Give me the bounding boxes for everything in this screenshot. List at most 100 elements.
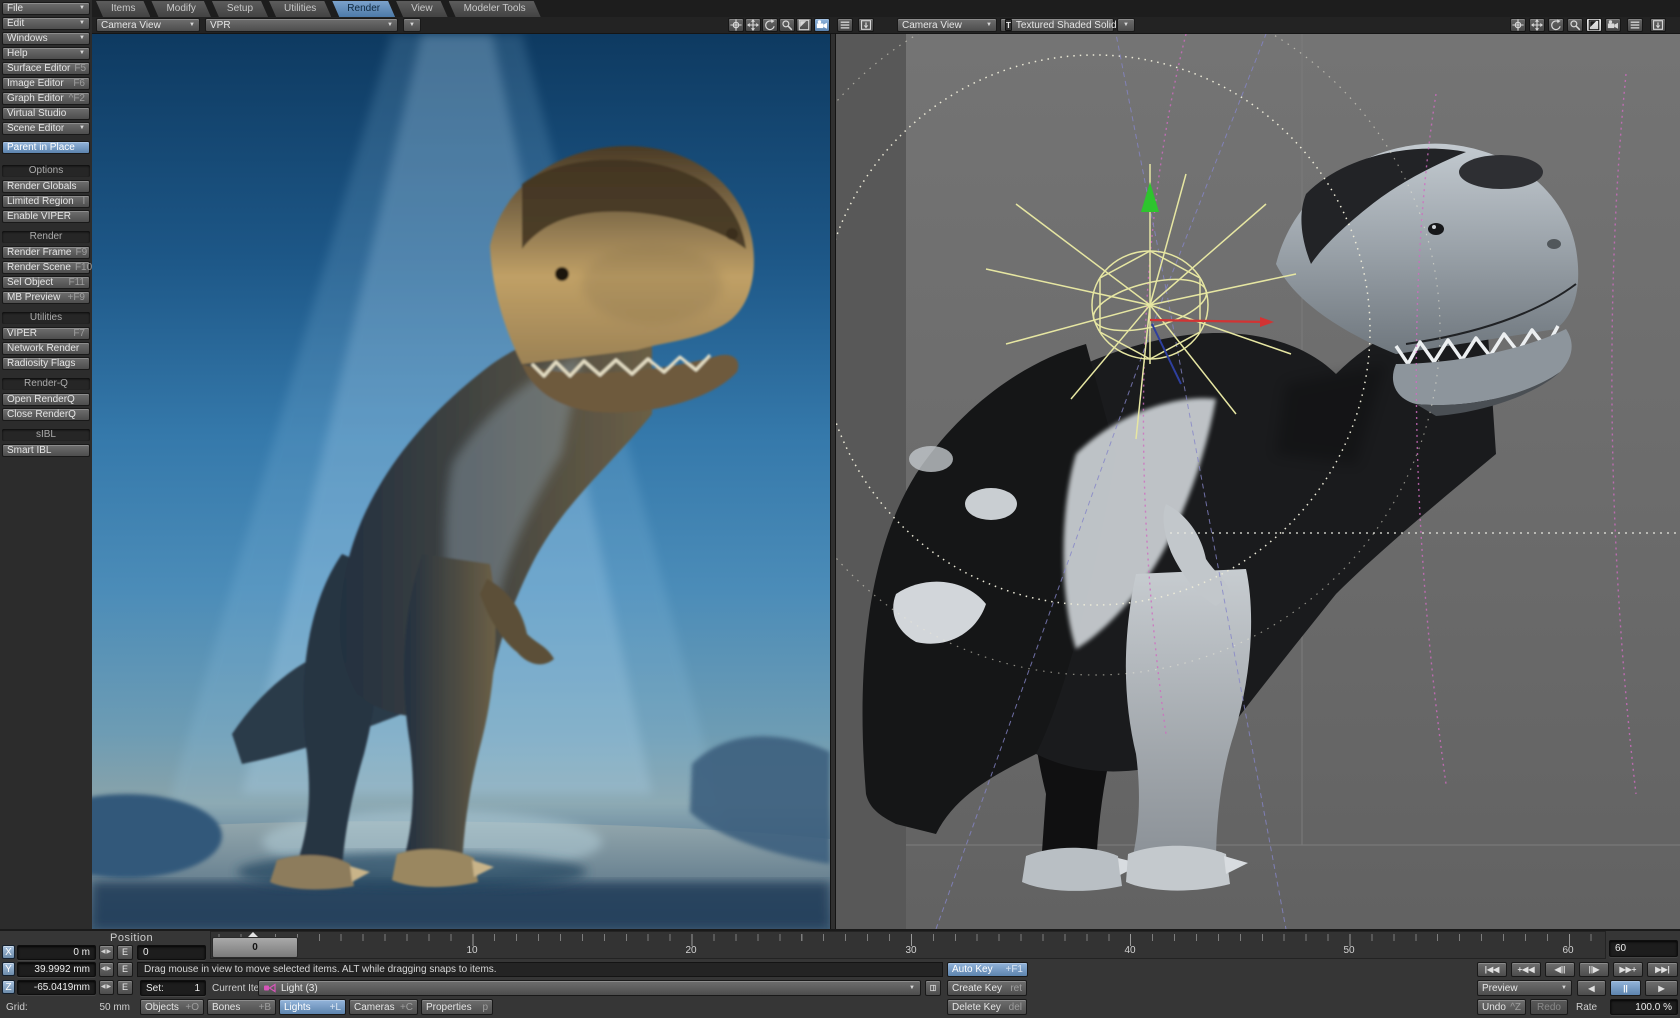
opengl-preview-image <box>836 34 1680 929</box>
x-stepper[interactable]: ◀▶ <box>99 945 114 960</box>
left-viewport-options-dropdown[interactable]: ▼ <box>403 18 421 32</box>
z-position-field[interactable]: -65.0419mm <box>17 980 96 995</box>
go-to-last-frame-button[interactable]: ▶▶| <box>1647 962 1678 977</box>
left-render-mode-dropdown[interactable]: VPR▼ <box>205 18 398 32</box>
sidebar-item-image-editor[interactable]: Image EditorF6 <box>2 77 90 90</box>
menu-windows[interactable]: Windows▼ <box>2 32 90 45</box>
shaded-viewport[interactable] <box>836 34 1680 929</box>
sidebar-item-render-scene[interactable]: Render SceneF10 <box>2 261 90 274</box>
sidebar-item-render-frame[interactable]: Render FrameF9 <box>2 246 90 259</box>
right-menu-button[interactable] <box>1627 18 1643 32</box>
right-viewport-options-dropdown[interactable]: ▼ <box>1117 18 1135 32</box>
tab-modeler-tools[interactable]: Modeler Tools <box>449 1 541 17</box>
previous-keyframe-button[interactable]: +◀◀ <box>1511 962 1541 977</box>
go-to-first-frame-button[interactable]: |◀◀ <box>1477 962 1507 977</box>
sidebar-item-render-globals[interactable]: Render Globals <box>2 180 90 193</box>
sidebar-item-smart-ibl[interactable]: Smart IBL <box>2 444 90 457</box>
section-header-sibl: sIBL <box>2 429 90 441</box>
previous-frame-button[interactable]: ◀|| <box>1545 962 1575 977</box>
right-film-button[interactable] <box>1650 18 1666 32</box>
camera-icon <box>1607 19 1619 31</box>
sidebar-item-viper[interactable]: VIPERF7 <box>2 327 90 340</box>
play-reverse-button[interactable]: ◀ <box>1577 980 1606 996</box>
sidebar-item-enable-viper[interactable]: Enable VIPER <box>2 210 90 223</box>
z-envelope-button[interactable]: E <box>117 980 133 995</box>
auto-key-button[interactable]: Auto Key+F1 <box>947 962 1028 977</box>
left-move-button[interactable] <box>745 18 761 32</box>
ruler-tick-label: 20 <box>679 945 703 956</box>
tab-utilities[interactable]: Utilities <box>269 1 331 17</box>
right-view-type-dropdown[interactable]: Camera View▼ <box>897 18 997 32</box>
play-forward-button[interactable]: ▶ <box>1645 980 1678 996</box>
menu-file[interactable]: File▼ <box>2 2 90 15</box>
left-pan-button[interactable] <box>728 18 744 32</box>
preview-dropdown[interactable]: Preview▼ <box>1477 980 1572 996</box>
left-rotate-button[interactable] <box>762 18 778 32</box>
left-film-button[interactable] <box>858 18 874 32</box>
cameras-button[interactable]: Cameras+C <box>349 999 418 1015</box>
right-rotate-button[interactable] <box>1548 18 1564 32</box>
tab-view[interactable]: View <box>396 1 448 17</box>
bones-button[interactable]: Bones+B <box>207 999 276 1015</box>
right-render-mode-dropdown[interactable]: TTextured Shaded Solid <box>1000 18 1114 32</box>
tab-setup[interactable]: Setup <box>212 1 268 17</box>
x-axis-button[interactable]: X <box>2 945 15 959</box>
timeline-ruler[interactable]: 10 20 30 40 50 60 0 <box>210 931 1606 959</box>
left-menu-button[interactable] <box>837 18 853 32</box>
right-zoom-button[interactable] <box>1567 18 1583 32</box>
x-envelope-button[interactable]: E <box>117 945 133 960</box>
y-stepper[interactable]: ◀▶ <box>99 962 114 977</box>
create-key-button[interactable]: Create Keyret <box>947 980 1027 996</box>
current-item-dropdown[interactable]: Light (3) ▼ <box>258 980 921 996</box>
left-maximize-button[interactable] <box>796 18 812 32</box>
objects-button[interactable]: Objects+O <box>140 999 204 1015</box>
rate-field[interactable]: 100.0 % <box>1610 999 1678 1015</box>
current-frame-field[interactable]: 0 <box>137 945 206 960</box>
properties-button[interactable]: Propertiesp <box>421 999 493 1015</box>
vpr-viewport[interactable] <box>92 34 830 929</box>
shortcut: ^Z <box>1510 1002 1521 1013</box>
menu-help[interactable]: Help▼ <box>2 47 90 60</box>
item-list-button[interactable] <box>925 980 941 996</box>
y-envelope-button[interactable]: E <box>117 962 133 977</box>
pause-button[interactable]: || <box>1610 980 1641 996</box>
y-position-field[interactable]: 39.9992 mm <box>17 962 96 977</box>
y-axis-button[interactable]: Y <box>2 962 15 976</box>
undo-button[interactable]: Undo^Z <box>1477 999 1526 1015</box>
shortcut: +O <box>185 1002 199 1013</box>
left-camera-button[interactable] <box>814 18 830 32</box>
sidebar-item-sel-object[interactable]: Sel ObjectF11 <box>2 276 90 289</box>
sidebar-item-limited-region[interactable]: Limited Regionl <box>2 195 90 208</box>
delete-key-button[interactable]: Delete Keydel <box>947 999 1027 1015</box>
sidebar-item-open-renderq[interactable]: Open RenderQ <box>2 393 90 406</box>
sidebar-item-radiosity-flags[interactable]: Radiosity Flags <box>2 357 90 370</box>
next-keyframe-button[interactable]: ▶▶+ <box>1613 962 1643 977</box>
tab-items[interactable]: Items <box>96 1 150 17</box>
left-zoom-button[interactable] <box>779 18 795 32</box>
lights-button[interactable]: Lights+L <box>279 999 346 1015</box>
x-position-field[interactable]: 0 m <box>17 945 96 960</box>
z-axis-button[interactable]: Z <box>2 980 15 994</box>
sidebar-item-network-render[interactable]: Network Render <box>2 342 90 355</box>
right-camera-button[interactable] <box>1605 18 1621 32</box>
sidebar-item-virtual-studio[interactable]: Virtual Studio <box>2 107 90 120</box>
sidebar-item-close-renderq[interactable]: Close RenderQ <box>2 408 90 421</box>
menu-edit[interactable]: Edit▼ <box>2 17 90 30</box>
sidebar-item-scene-editor[interactable]: Scene Editor▼ <box>2 122 90 135</box>
tab-render[interactable]: Render <box>332 1 395 17</box>
right-move-button[interactable] <box>1529 18 1545 32</box>
z-stepper[interactable]: ◀▶ <box>99 980 114 995</box>
tab-modify[interactable]: Modify <box>151 1 210 17</box>
sidebar-item-surface-editor[interactable]: Surface EditorF5 <box>2 62 90 75</box>
frame-slider-handle[interactable]: 0 <box>212 937 298 958</box>
next-frame-button[interactable]: ||▶ <box>1579 962 1609 977</box>
redo-button[interactable]: Redo <box>1530 999 1568 1015</box>
tab-label: Items <box>111 3 135 14</box>
last-frame-field[interactable]: 60 <box>1609 940 1678 957</box>
right-pan-button[interactable] <box>1510 18 1526 32</box>
left-view-type-dropdown[interactable]: Camera View▼ <box>96 18 200 32</box>
sidebar-item-mb-preview[interactable]: MB Preview+F9 <box>2 291 90 304</box>
parent-in-place-button[interactable]: Parent in Place <box>2 141 90 154</box>
right-maximize-button[interactable] <box>1586 18 1602 32</box>
sidebar-item-graph-editor[interactable]: Graph Editor^F2 <box>2 92 90 105</box>
